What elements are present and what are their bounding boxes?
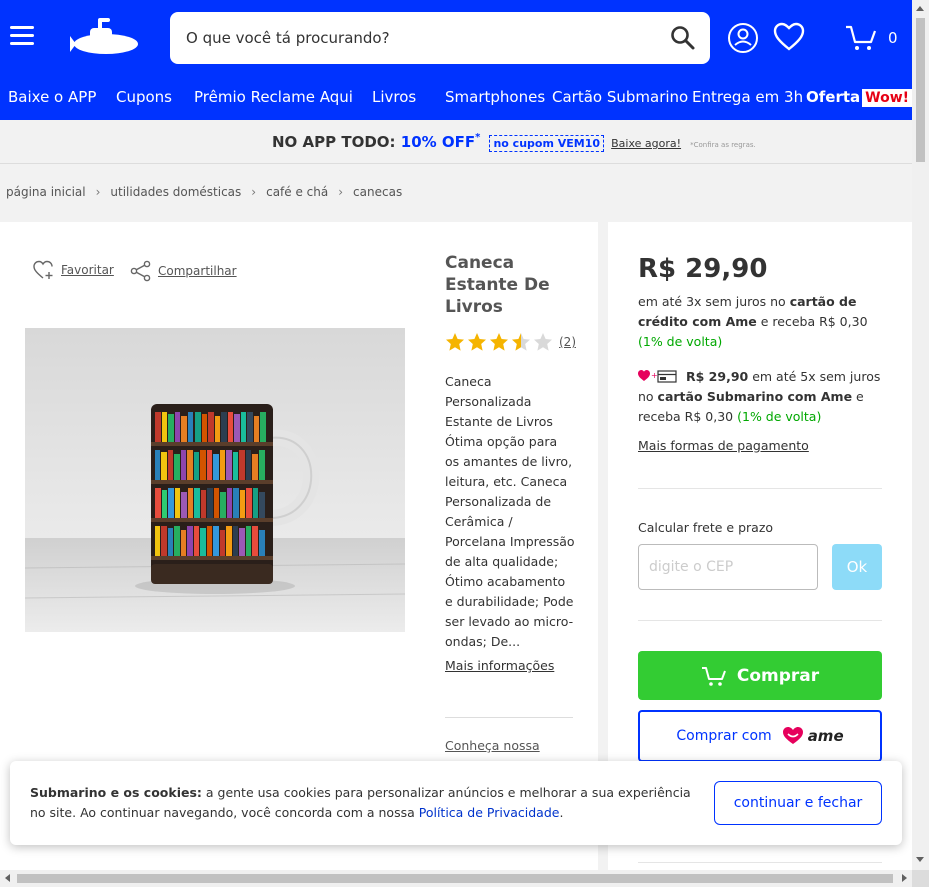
more-info-link[interactable]: Mais informações (445, 658, 554, 673)
oferta-label: Oferta (806, 88, 861, 106)
know-our-link[interactable]: Conheça nossa (445, 738, 540, 753)
nav-item-livros[interactable]: Livros (372, 88, 416, 106)
scroll-down-arrow-icon[interactable] (916, 857, 924, 862)
chevron-right-icon: › (251, 185, 257, 199)
user-account-icon[interactable] (727, 22, 759, 54)
app-promo-banner[interactable]: NO APP TODO: 10% OFF* no cupom VEM10 Bai… (0, 120, 912, 164)
nav-item-oferta-wow[interactable]: Oferta Wow! (806, 87, 913, 107)
wow-badge: Wow! (862, 89, 913, 107)
favorite-label: Favoritar (61, 263, 114, 277)
promo-cta-link[interactable]: Baixe agora! (611, 137, 681, 150)
breadcrumb-home[interactable]: página inicial (6, 185, 86, 199)
promo-highlight: 10% OFF (400, 133, 476, 151)
svg-text:+: + (651, 371, 658, 380)
cookie-consent-banner: Submarino e os cookies: a gente usa cook… (10, 761, 902, 845)
rating-stars[interactable]: (2) (445, 332, 576, 352)
scrollbar-corner (912, 870, 929, 887)
product-image[interactable] (25, 328, 405, 632)
more-payment-options-link[interactable]: Mais formas de pagamento (638, 438, 809, 453)
divider (638, 620, 882, 621)
ame-card-icon: + (638, 370, 677, 383)
buy-with-ame-button[interactable]: Comprar com ame (638, 710, 882, 762)
horizontal-scrollbar[interactable] (0, 870, 912, 887)
scroll-left-arrow-icon[interactable] (5, 874, 10, 882)
nav-item-baixe-app[interactable]: Baixe o APP (8, 88, 96, 106)
chevron-right-icon: › (338, 185, 344, 199)
cookie-text: Submarino e os cookies: a gente usa cook… (30, 785, 691, 820)
breadcrumb-cafe-cha[interactable]: café e chá (266, 185, 328, 199)
scroll-right-arrow-icon[interactable] (902, 874, 907, 882)
breadcrumb-canecas[interactable]: canecas (353, 185, 402, 199)
scroll-up-arrow-icon[interactable] (916, 6, 924, 11)
buy-ame-label: Comprar com (676, 728, 772, 744)
privacy-policy-link[interactable]: Política de Privacidade (419, 805, 560, 820)
cep-ok-button[interactable]: Ok (832, 544, 882, 590)
shopping-cart-icon[interactable] (845, 24, 877, 52)
nav-item-smartphones[interactable]: Smartphones (445, 88, 545, 106)
search-icon[interactable] (670, 25, 696, 51)
review-count-link[interactable]: (2) (559, 335, 576, 349)
ame-card-info: + R$ 29,90 em até 5x sem juros no cartão… (638, 369, 881, 424)
divider (445, 717, 573, 718)
ame-logo: ame (782, 726, 844, 746)
nav-item-cartao-submarino[interactable]: Cartão Submarino (552, 88, 688, 106)
share-icon (130, 260, 151, 282)
vertical-scrollbar[interactable] (912, 0, 929, 870)
shipping-calc-label: Calcular frete e prazo (638, 520, 774, 535)
search-bar (170, 12, 710, 64)
cart-icon (701, 666, 726, 686)
buy-button[interactable]: Comprar (638, 651, 882, 700)
nav-item-entrega-3h[interactable]: Entrega em 3h (692, 88, 803, 106)
category-nav: Baixe o APP Cupons Prêmio Reclame Aqui L… (0, 84, 913, 114)
cep-input[interactable] (638, 544, 818, 590)
ame-heart-icon (782, 727, 803, 744)
promo-prefix: NO APP TODO: (272, 133, 401, 151)
promo-coupon: no cupom VEM10 (489, 135, 605, 152)
nav-item-cupons[interactable]: Cupons (116, 88, 172, 106)
breadcrumb: página inicial › utilidades domésticas › caf… (6, 185, 402, 199)
installment-info: em até 3x sem juros no cartão de crédito… (638, 294, 868, 349)
star-rating-icon (446, 333, 552, 351)
product-title: Caneca Estante De Livros (445, 253, 550, 317)
submarino-logo[interactable] (68, 14, 140, 58)
cookie-accept-button[interactable]: continuar e fechar (714, 781, 882, 825)
heart-plus-icon (33, 260, 53, 279)
promo-fine-print: *Confira as regras. (690, 141, 756, 149)
vertical-scroll-thumb[interactable] (916, 18, 925, 162)
share-button[interactable]: Compartilhar (130, 260, 237, 282)
product-price: R$ 29,90 (638, 254, 768, 284)
horizontal-scroll-thumb[interactable] (17, 874, 893, 883)
divider (638, 488, 882, 489)
top-header: 0 Baixe o APP Cupons Prêmio Reclame Aqui… (0, 0, 913, 120)
favorite-button[interactable]: Favoritar (33, 260, 114, 280)
search-input[interactable] (186, 26, 656, 50)
favorites-heart-icon[interactable] (773, 22, 805, 52)
nav-item-premio-reclame-aqui[interactable]: Prêmio Reclame Aqui (194, 88, 353, 106)
promo-star: * (475, 132, 481, 143)
hamburger-menu-icon[interactable] (10, 26, 34, 46)
chevron-right-icon: › (95, 185, 101, 199)
product-description: Caneca Personalizada Estante de Livros Ó… (445, 374, 575, 649)
buy-label: Comprar (736, 665, 820, 686)
divider (638, 862, 882, 863)
cart-count-badge: 0 (888, 29, 898, 47)
breadcrumb-utilidades[interactable]: utilidades domésticas (110, 185, 241, 199)
share-label: Compartilhar (158, 264, 237, 278)
